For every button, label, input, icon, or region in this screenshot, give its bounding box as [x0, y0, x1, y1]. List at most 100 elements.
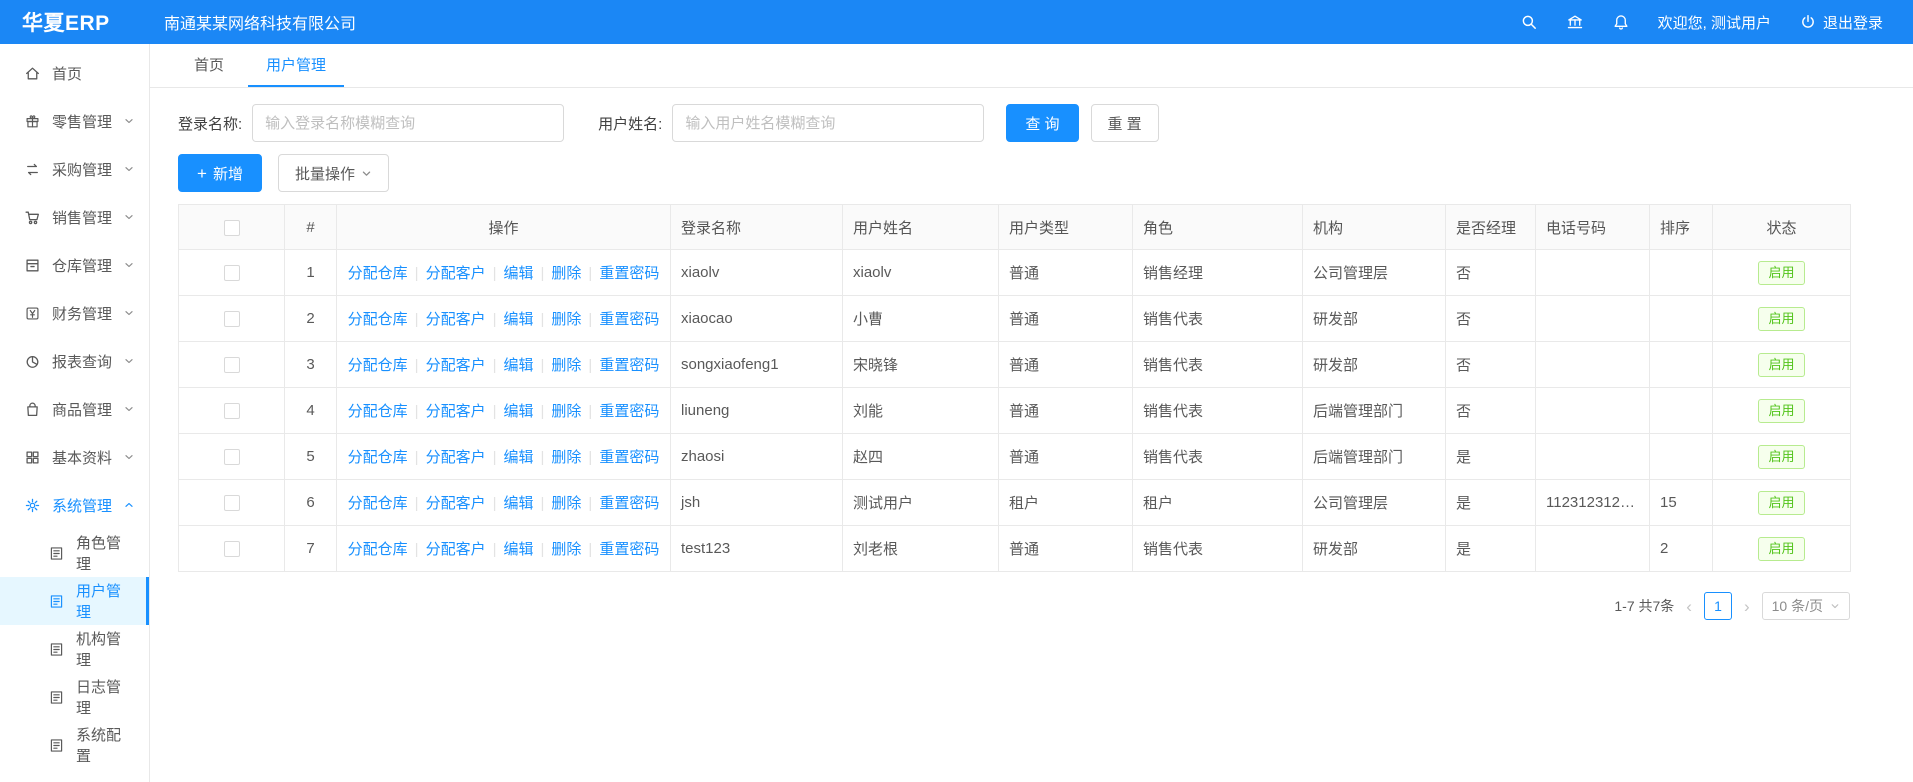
- action-link-0[interactable]: 分配仓库: [348, 265, 408, 282]
- action-link-0[interactable]: 分配仓库: [348, 449, 408, 466]
- action-link-3[interactable]: 删除: [551, 357, 581, 374]
- cell-organization: 后端管理部门: [1303, 388, 1446, 434]
- action-link-3[interactable]: 删除: [551, 265, 581, 282]
- cell-status: 启用: [1713, 250, 1851, 296]
- sidebar-item-reports[interactable]: 报表查询: [0, 337, 149, 385]
- table-row: 4分配仓库|分配客户|编辑|删除|重置密码liuneng刘能普通销售代表后端管理…: [179, 388, 1851, 434]
- page-number-button[interactable]: 1: [1704, 592, 1732, 620]
- status-badge: 启用: [1758, 307, 1804, 331]
- cell-login-name: xiaolv: [671, 250, 843, 296]
- action-link-4[interactable]: 重置密码: [599, 495, 659, 512]
- action-link-0[interactable]: 分配仓库: [348, 357, 408, 374]
- action-link-0[interactable]: 分配仓库: [348, 495, 408, 512]
- action-link-1[interactable]: 分配客户: [426, 541, 486, 558]
- bell-icon[interactable]: [1612, 13, 1630, 31]
- sidebar-item-goods[interactable]: 商品管理: [0, 385, 149, 433]
- action-link-3[interactable]: 删除: [551, 541, 581, 558]
- action-link-4[interactable]: 重置密码: [599, 541, 659, 558]
- header-login-name: 登录名称: [671, 205, 843, 250]
- action-link-1[interactable]: 分配客户: [426, 357, 486, 374]
- tab-home[interactable]: 首页: [176, 44, 242, 87]
- action-link-2[interactable]: 编辑: [503, 265, 533, 282]
- action-link-2[interactable]: 编辑: [503, 357, 533, 374]
- action-link-4[interactable]: 重置密码: [599, 311, 659, 328]
- row-checkbox[interactable]: [224, 357, 240, 373]
- action-link-2[interactable]: 编辑: [503, 495, 533, 512]
- sidebar-item-purchase[interactable]: 采购管理: [0, 145, 149, 193]
- search-icon[interactable]: [1520, 13, 1538, 31]
- sidebar-item-label: 商品管理: [52, 399, 112, 420]
- sidebar-item-organizations[interactable]: 机构管理: [0, 625, 149, 673]
- next-page-button[interactable]: ›: [1744, 598, 1750, 615]
- action-link-1[interactable]: 分配客户: [426, 495, 486, 512]
- bank-icon[interactable]: [1566, 13, 1584, 31]
- user-name-input[interactable]: [672, 104, 984, 142]
- add-button[interactable]: + 新增: [178, 154, 262, 192]
- sidebar-item-logs[interactable]: 日志管理: [0, 673, 149, 721]
- row-checkbox[interactable]: [224, 541, 240, 557]
- batch-actions-button[interactable]: 批量操作: [278, 154, 389, 192]
- sidebar-item-retail[interactable]: 零售管理: [0, 97, 149, 145]
- cell-organization: 研发部: [1303, 526, 1446, 572]
- tab-bar: 首页 用户管理: [150, 44, 1913, 88]
- pagination-total: 1-7 共7条: [1614, 596, 1674, 616]
- action-link-4[interactable]: 重置密码: [599, 357, 659, 374]
- action-link-0[interactable]: 分配仓库: [348, 541, 408, 558]
- action-link-4[interactable]: 重置密码: [599, 265, 659, 282]
- document-icon: [48, 641, 65, 658]
- action-link-1[interactable]: 分配客户: [426, 449, 486, 466]
- sidebar-item-label: 机构管理: [76, 628, 135, 670]
- cell-login-name: zhaosi: [671, 434, 843, 480]
- action-link-1[interactable]: 分配客户: [426, 265, 486, 282]
- header-organization: 机构: [1303, 205, 1446, 250]
- sidebar-item-system[interactable]: 系统管理: [0, 481, 149, 529]
- sidebar-item-finance[interactable]: 财务管理: [0, 289, 149, 337]
- action-link-3[interactable]: 删除: [551, 403, 581, 420]
- action-link-3[interactable]: 删除: [551, 495, 581, 512]
- action-separator: |: [588, 311, 592, 328]
- prev-page-button[interactable]: ‹: [1686, 598, 1692, 615]
- sidebar-item-warehouse[interactable]: 仓库管理: [0, 241, 149, 289]
- action-link-4[interactable]: 重置密码: [599, 403, 659, 420]
- logout-button[interactable]: 退出登录: [1799, 12, 1883, 33]
- row-checkbox[interactable]: [224, 265, 240, 281]
- cell-actions: 分配仓库|分配客户|编辑|删除|重置密码: [337, 296, 671, 342]
- user-name-label: 用户姓名:: [598, 113, 662, 134]
- cell-user-name: 赵四: [843, 434, 999, 480]
- sidebar-item-sales[interactable]: 销售管理: [0, 193, 149, 241]
- action-link-1[interactable]: 分配客户: [426, 403, 486, 420]
- chevron-down-icon: [1830, 601, 1840, 611]
- chevron-down-icon: [123, 403, 135, 415]
- tab-user-management[interactable]: 用户管理: [248, 44, 344, 87]
- action-link-3[interactable]: 删除: [551, 449, 581, 466]
- row-checkbox[interactable]: [224, 403, 240, 419]
- row-checkbox[interactable]: [224, 449, 240, 465]
- action-link-0[interactable]: 分配仓库: [348, 311, 408, 328]
- gift-icon: [24, 113, 41, 130]
- action-link-2[interactable]: 编辑: [503, 541, 533, 558]
- sidebar-item-home[interactable]: 首页: [0, 49, 149, 97]
- action-link-2[interactable]: 编辑: [503, 449, 533, 466]
- action-link-1[interactable]: 分配客户: [426, 311, 486, 328]
- login-name-input[interactable]: [252, 104, 564, 142]
- logout-label: 退出登录: [1823, 12, 1883, 33]
- row-checkbox[interactable]: [224, 311, 240, 327]
- sidebar-item-roles[interactable]: 角色管理: [0, 529, 149, 577]
- action-link-2[interactable]: 编辑: [503, 403, 533, 420]
- action-link-3[interactable]: 删除: [551, 311, 581, 328]
- sidebar-item-system-config[interactable]: 系统配置: [0, 721, 149, 769]
- cell-phone: [1536, 250, 1650, 296]
- action-link-4[interactable]: 重置密码: [599, 449, 659, 466]
- reset-button[interactable]: 重 置: [1091, 104, 1159, 142]
- select-all-checkbox[interactable]: [224, 220, 240, 236]
- search-button[interactable]: 查 询: [1006, 104, 1078, 142]
- action-link-2[interactable]: 编辑: [503, 311, 533, 328]
- sidebar-item-basic-data[interactable]: 基本资料: [0, 433, 149, 481]
- row-checkbox[interactable]: [224, 495, 240, 511]
- action-separator: |: [493, 403, 497, 420]
- header-sort: 排序: [1650, 205, 1713, 250]
- sidebar-item-users[interactable]: 用户管理: [0, 577, 149, 625]
- page-size-select[interactable]: 10 条/页: [1762, 592, 1850, 620]
- action-link-0[interactable]: 分配仓库: [348, 403, 408, 420]
- cell-role: 销售经理: [1133, 250, 1303, 296]
